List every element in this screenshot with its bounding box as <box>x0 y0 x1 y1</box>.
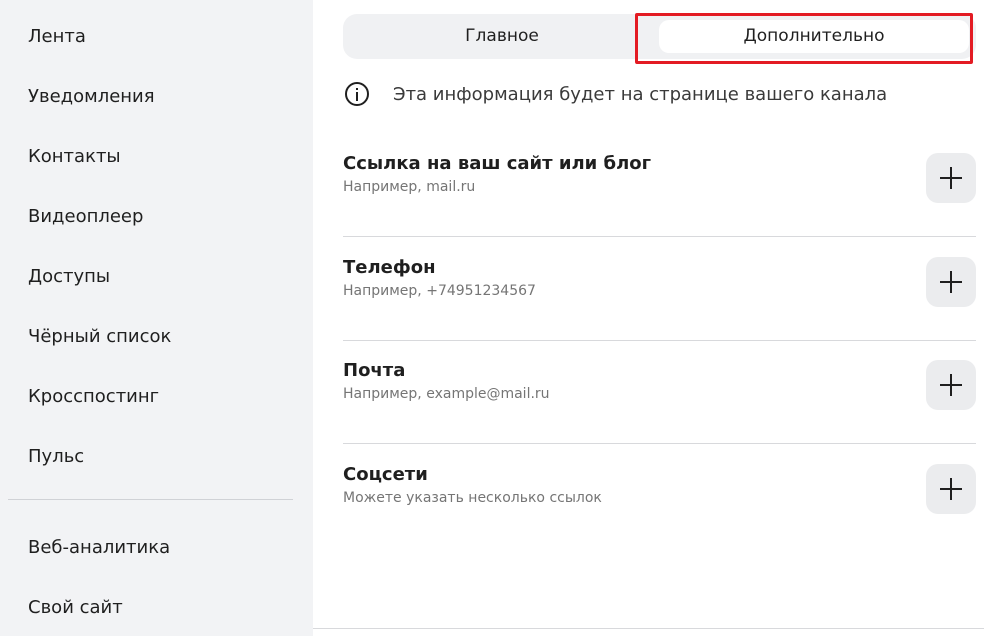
section-phone: Телефон Например, +74951234567 <box>343 257 976 317</box>
sidebar-item-access[interactable]: Доступы <box>28 266 110 288</box>
info-icon <box>345 82 369 106</box>
sidebar-item-blacklist[interactable]: Чёрный список <box>28 326 171 348</box>
section-website-link: Ссылка на ваш сайт или блог Например, ma… <box>343 153 976 213</box>
add-website-button[interactable] <box>926 153 976 203</box>
tab-extra[interactable]: Дополнительно <box>659 20 969 53</box>
settings-sidebar: Лента Уведомления Контакты Видеоплеер До… <box>0 0 313 636</box>
section-hint: Например, mail.ru <box>343 179 476 195</box>
tab-switcher: Главное Дополнительно <box>343 14 976 59</box>
section-hint: Например, example@mail.ru <box>343 386 550 402</box>
section-title: Телефон <box>343 257 436 278</box>
bottom-divider <box>313 628 984 629</box>
add-email-button[interactable] <box>926 360 976 410</box>
section-title: Соцсети <box>343 464 428 485</box>
sidebar-item-web-analytics[interactable]: Веб-аналитика <box>28 537 170 559</box>
sidebar-item-feed[interactable]: Лента <box>28 26 86 48</box>
section-divider <box>343 340 976 341</box>
main-content: Главное Дополнительно Эта информация буд… <box>313 0 984 636</box>
sidebar-item-own-site[interactable]: Свой сайт <box>28 597 123 619</box>
sidebar-item-video-player[interactable]: Видеоплеер <box>28 206 143 228</box>
section-hint: Например, +74951234567 <box>343 283 536 299</box>
section-social: Соцсети Можете указать несколько ссылок <box>343 464 976 524</box>
section-divider <box>343 236 976 237</box>
add-phone-button[interactable] <box>926 257 976 307</box>
info-text: Эта информация будет на странице вашего … <box>393 84 888 105</box>
section-title: Ссылка на ваш сайт или блог <box>343 153 652 174</box>
sidebar-item-pulse[interactable]: Пульс <box>28 446 84 468</box>
section-hint: Можете указать несколько ссылок <box>343 490 602 506</box>
section-divider <box>343 443 976 444</box>
section-title: Почта <box>343 360 406 381</box>
sidebar-item-crossposting[interactable]: Кросспостинг <box>28 386 159 408</box>
sidebar-divider <box>8 499 293 500</box>
sidebar-item-notifications[interactable]: Уведомления <box>28 86 155 108</box>
section-email: Почта Например, example@mail.ru <box>343 360 976 420</box>
sidebar-item-contacts[interactable]: Контакты <box>28 146 121 168</box>
add-social-button[interactable] <box>926 464 976 514</box>
tab-main[interactable]: Главное <box>343 14 661 59</box>
